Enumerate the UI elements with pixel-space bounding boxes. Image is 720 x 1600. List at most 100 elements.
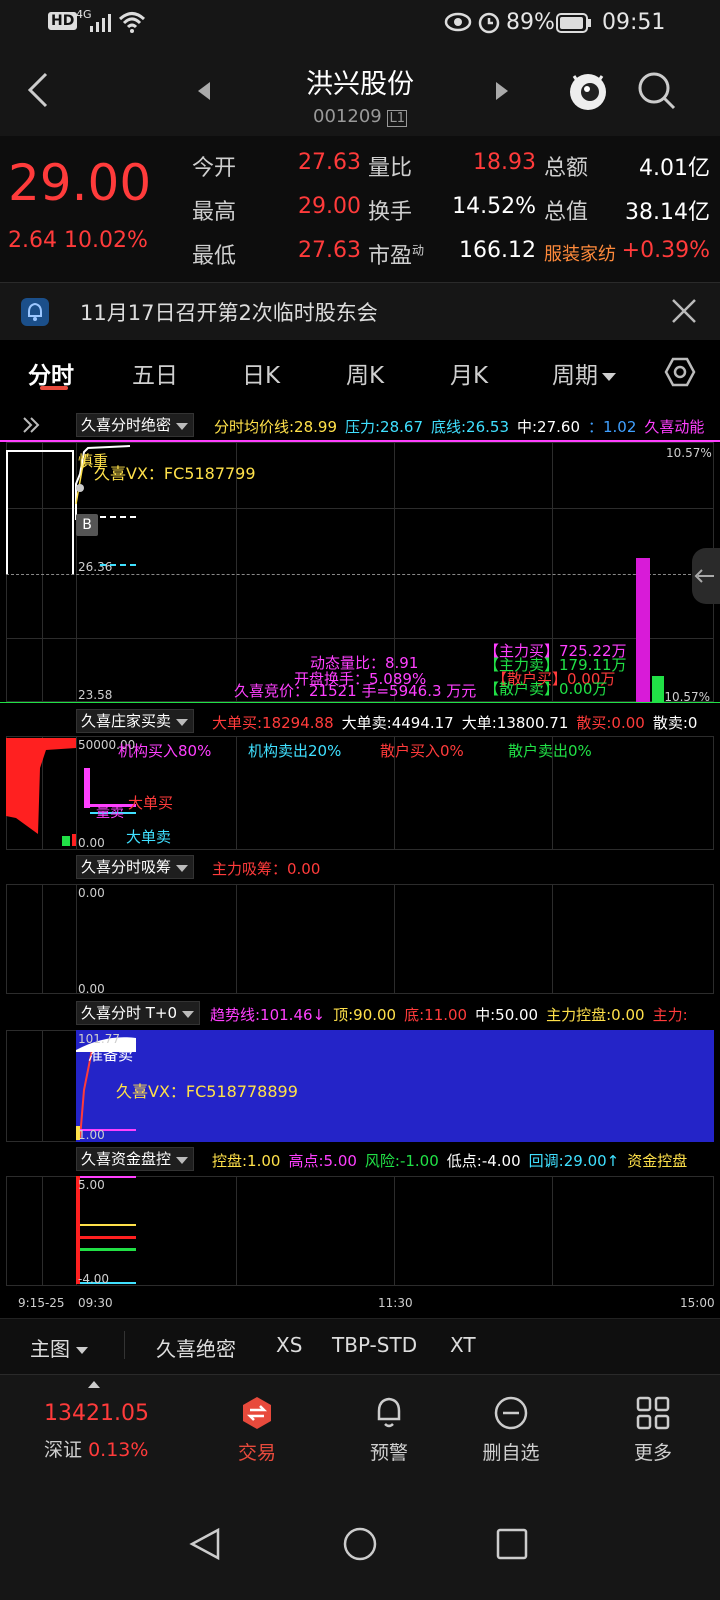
notice-bar[interactable]: 11月17日召开第2次临时股东会 (0, 282, 720, 340)
y-bottom-label: 1.00 (78, 1128, 105, 1142)
index-info[interactable]: 深证 0.13% (44, 1435, 148, 1462)
tab-period[interactable]: 周期 (552, 356, 616, 390)
quote-label: 最低 (192, 244, 237, 269)
indicator-tab[interactable]: TBP-STD (332, 1333, 417, 1357)
bell-icon (377, 1397, 401, 1428)
quote-value: 27.63 (298, 238, 361, 263)
y-bottom-label: 0.00 (78, 982, 105, 996)
tab-weekly-k[interactable]: 周K (346, 356, 384, 390)
back-triangle-icon[interactable] (188, 1526, 224, 1562)
back-arrow-icon[interactable] (24, 70, 52, 110)
price-change-pct: 10.02% (63, 228, 148, 253)
alarm-icon (478, 12, 500, 34)
indicator-param: ：1.02 (588, 418, 637, 436)
price-change-wrap: 2.64 10.02% (8, 228, 148, 253)
mascot-icon[interactable] (566, 66, 610, 114)
buy-marker[interactable]: B (76, 514, 98, 536)
search-icon[interactable] (636, 70, 678, 112)
indicator-param: 大单卖:4494.17 (341, 714, 454, 732)
tab-monthly-k[interactable]: 月K (450, 356, 488, 390)
indicator-param: 散买:0.00 (576, 714, 645, 732)
retrace-line (80, 1236, 136, 1239)
recents-square-icon[interactable] (494, 1526, 530, 1562)
quote-value: 4.01亿 (639, 156, 710, 181)
home-circle-icon[interactable] (342, 1526, 378, 1562)
indicator-param: 底线:26.53 (431, 418, 509, 436)
prev-stock-icon[interactable] (196, 80, 212, 102)
active-tab-indicator (40, 386, 68, 390)
quote-label: 最高 (192, 200, 237, 225)
control-bar (76, 1176, 80, 1284)
y-top-label: 5.00 (78, 1178, 105, 1192)
nav-more[interactable]: 更多 (598, 1395, 708, 1465)
indicator-param: 控盘:1.00 (212, 1152, 281, 1170)
caret-down-icon (176, 1157, 189, 1164)
inst-buy: 机构买入80% (118, 742, 212, 760)
indicator-name: 久喜庄家买卖 (81, 712, 172, 730)
stock-header: 洪兴股份 001209 L1 (0, 48, 720, 136)
panel3-indicator-select[interactable]: 久喜分时吸筹 (76, 855, 195, 879)
double-chevron-right-icon[interactable] (22, 416, 40, 434)
caret-up-icon[interactable] (88, 1381, 100, 1388)
panel1-params: 分时均价线:28.99 压力:28.67 底线:26.53 中:27.60 ：1.02 久… (214, 416, 712, 437)
indicator-name: 久喜分时绝密 (81, 416, 172, 434)
system-nav-bar (0, 1484, 720, 1600)
indicator-tab[interactable]: 久喜绝密 (156, 1333, 236, 1362)
settings-hex-icon[interactable] (664, 356, 696, 388)
panel4-indicator-select[interactable]: 久喜分时 T+0 (76, 1001, 201, 1025)
index-value[interactable]: 13421.05 (44, 1401, 149, 1426)
time-close: 15:00 (680, 1296, 715, 1310)
indicator-name: 久喜分时吸筹 (81, 858, 172, 876)
nav-trade[interactable]: 交易 (202, 1395, 312, 1465)
next-stock-icon[interactable] (494, 80, 510, 102)
nav-alert[interactable]: 预警 (334, 1395, 444, 1465)
retail-buy-pct: 散户买入0% (380, 742, 464, 760)
tab-daily-k[interactable]: 日K (242, 356, 280, 390)
panel5-params: 控盘:1.00 高点:5.00 风险:-1.00 低点:-4.00 回调:29.00↑ 资… (212, 1150, 695, 1171)
stock-code-wrap: 001209 L1 (290, 106, 430, 127)
indicator-tab[interactable]: XT (450, 1333, 476, 1357)
indicator-param: 风险:-1.00 (364, 1152, 439, 1170)
trade-icon (243, 1397, 271, 1429)
momentum-bar-magenta (636, 558, 650, 702)
indicator-param: 高点:5.00 (288, 1152, 357, 1170)
panel5-indicator-select[interactable]: 久喜资金盘控 (76, 1147, 195, 1171)
nav-remove-watchlist[interactable]: 删自选 (456, 1395, 566, 1465)
indicator-param: 中:50.00 (475, 1006, 539, 1024)
prev-close-line (6, 574, 696, 575)
caret-down-icon (176, 719, 189, 726)
quote-label-text: 市盈 (368, 244, 413, 269)
panel1-indicator-select[interactable]: 久喜分时绝密 (76, 413, 195, 437)
quote-label: 量比 (368, 156, 413, 181)
time-preopen: 9:15-25 (18, 1296, 65, 1310)
bell-notice-icon (21, 298, 49, 326)
status-bar: HD 4G 89% 09:51 (0, 0, 720, 48)
indicator-tab[interactable]: XS (276, 1333, 302, 1357)
retail-sell-pct: 散户卖出0% (508, 742, 592, 760)
panel3-header: 久喜分时吸筹 主力吸筹：0.00 (0, 852, 720, 882)
eye-icon (444, 12, 472, 32)
panel2-header: 久喜庄家买卖 大单买:18294.88 大单卖:4494.17 大单:13800.7… (0, 706, 720, 736)
last-price: 29.00 (8, 154, 152, 212)
tab-five-day[interactable]: 五日 (132, 356, 178, 390)
quote-value: 18.93 (473, 150, 536, 175)
quote-label-sup: 动 (412, 243, 425, 258)
time-midday: 11:30 (378, 1296, 413, 1310)
price-change: 2.64 (8, 228, 57, 253)
panel2-indicator-select[interactable]: 久喜庄家买卖 (76, 709, 195, 733)
indicator-param: 趋势线:101.46↓ (210, 1006, 326, 1024)
side-drawer-handle[interactable] (692, 548, 720, 604)
panel5-header: 久喜资金盘控 控盘:1.00 高点:5.00 风险:-1.00 低点:-4.00 回调:… (0, 1144, 720, 1174)
indicator-param: 散卖:0 (652, 714, 698, 732)
indicator-param: 中:27.60 (517, 418, 580, 436)
quote-value: 38.14亿 (625, 200, 710, 225)
tab-intraday[interactable]: 分时 (28, 356, 74, 390)
close-icon[interactable] (670, 297, 698, 325)
panel2-params: 大单买:18294.88 大单卖:4494.17 大单:13800.71 散买:0.0… (212, 712, 705, 733)
hd-badge: HD (48, 12, 78, 30)
main-chart-select[interactable]: 主图 (30, 1333, 88, 1362)
sector-change[interactable]: +0.39% (606, 238, 710, 263)
y-bottom-label: 23.58 (78, 688, 113, 702)
index-name: 深证 (44, 1439, 83, 1461)
pct-top-label: 10.57% (666, 446, 712, 460)
